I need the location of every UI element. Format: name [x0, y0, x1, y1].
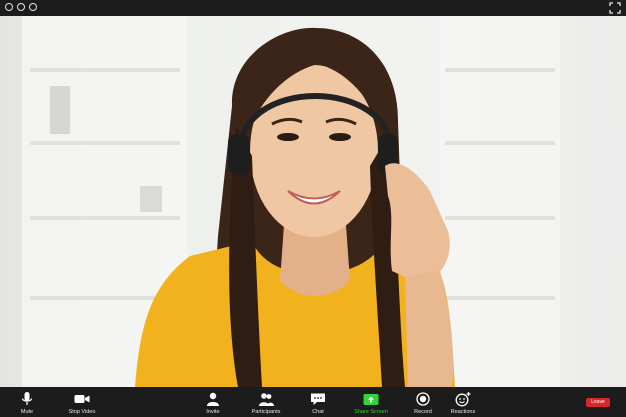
reactions-label: Reactions: [450, 409, 476, 415]
record-icon: [416, 392, 430, 406]
video-camera-icon: [74, 395, 90, 403]
meeting-toolbar: Mute Stop Video Invite Participants Chat…: [0, 387, 626, 417]
person-with-headset-illustration: [135, 27, 455, 387]
fullscreen-expand-icon[interactable]: [609, 2, 621, 14]
chat-label: Chat: [312, 409, 324, 415]
participants-icon: [259, 393, 274, 406]
stop-video-label: Stop Video: [68, 409, 96, 415]
leave-button[interactable]: Leave: [586, 398, 610, 407]
chat-bubble-icon: [311, 393, 325, 405]
participants-label: Participants: [251, 409, 281, 415]
reactions-button[interactable]: Reactions: [448, 387, 478, 417]
invite-label: Invite: [206, 409, 220, 415]
person-icon: [207, 392, 219, 406]
window-circle-icon[interactable]: [17, 3, 25, 11]
participant-video-feed: [0, 16, 626, 387]
mute-label: Mute: [20, 409, 34, 415]
participants-button[interactable]: Participants: [248, 387, 284, 417]
chat-button[interactable]: Chat: [305, 387, 331, 417]
microphone-icon: [21, 392, 33, 405]
share-screen-label: Share Screen: [354, 409, 388, 415]
mute-button[interactable]: Mute: [14, 387, 40, 417]
window-circle-icon[interactable]: [5, 3, 13, 11]
record-button[interactable]: Record: [410, 387, 436, 417]
stop-video-button[interactable]: Stop Video: [64, 387, 100, 417]
window-circle-icon[interactable]: [29, 3, 37, 11]
invite-button[interactable]: Invite: [200, 387, 226, 417]
share-screen-button[interactable]: Share Screen: [352, 387, 390, 417]
window-titlebar: [0, 0, 626, 16]
smiley-plus-icon: [455, 392, 471, 407]
record-label: Record: [414, 409, 432, 415]
share-screen-icon: [363, 394, 379, 405]
